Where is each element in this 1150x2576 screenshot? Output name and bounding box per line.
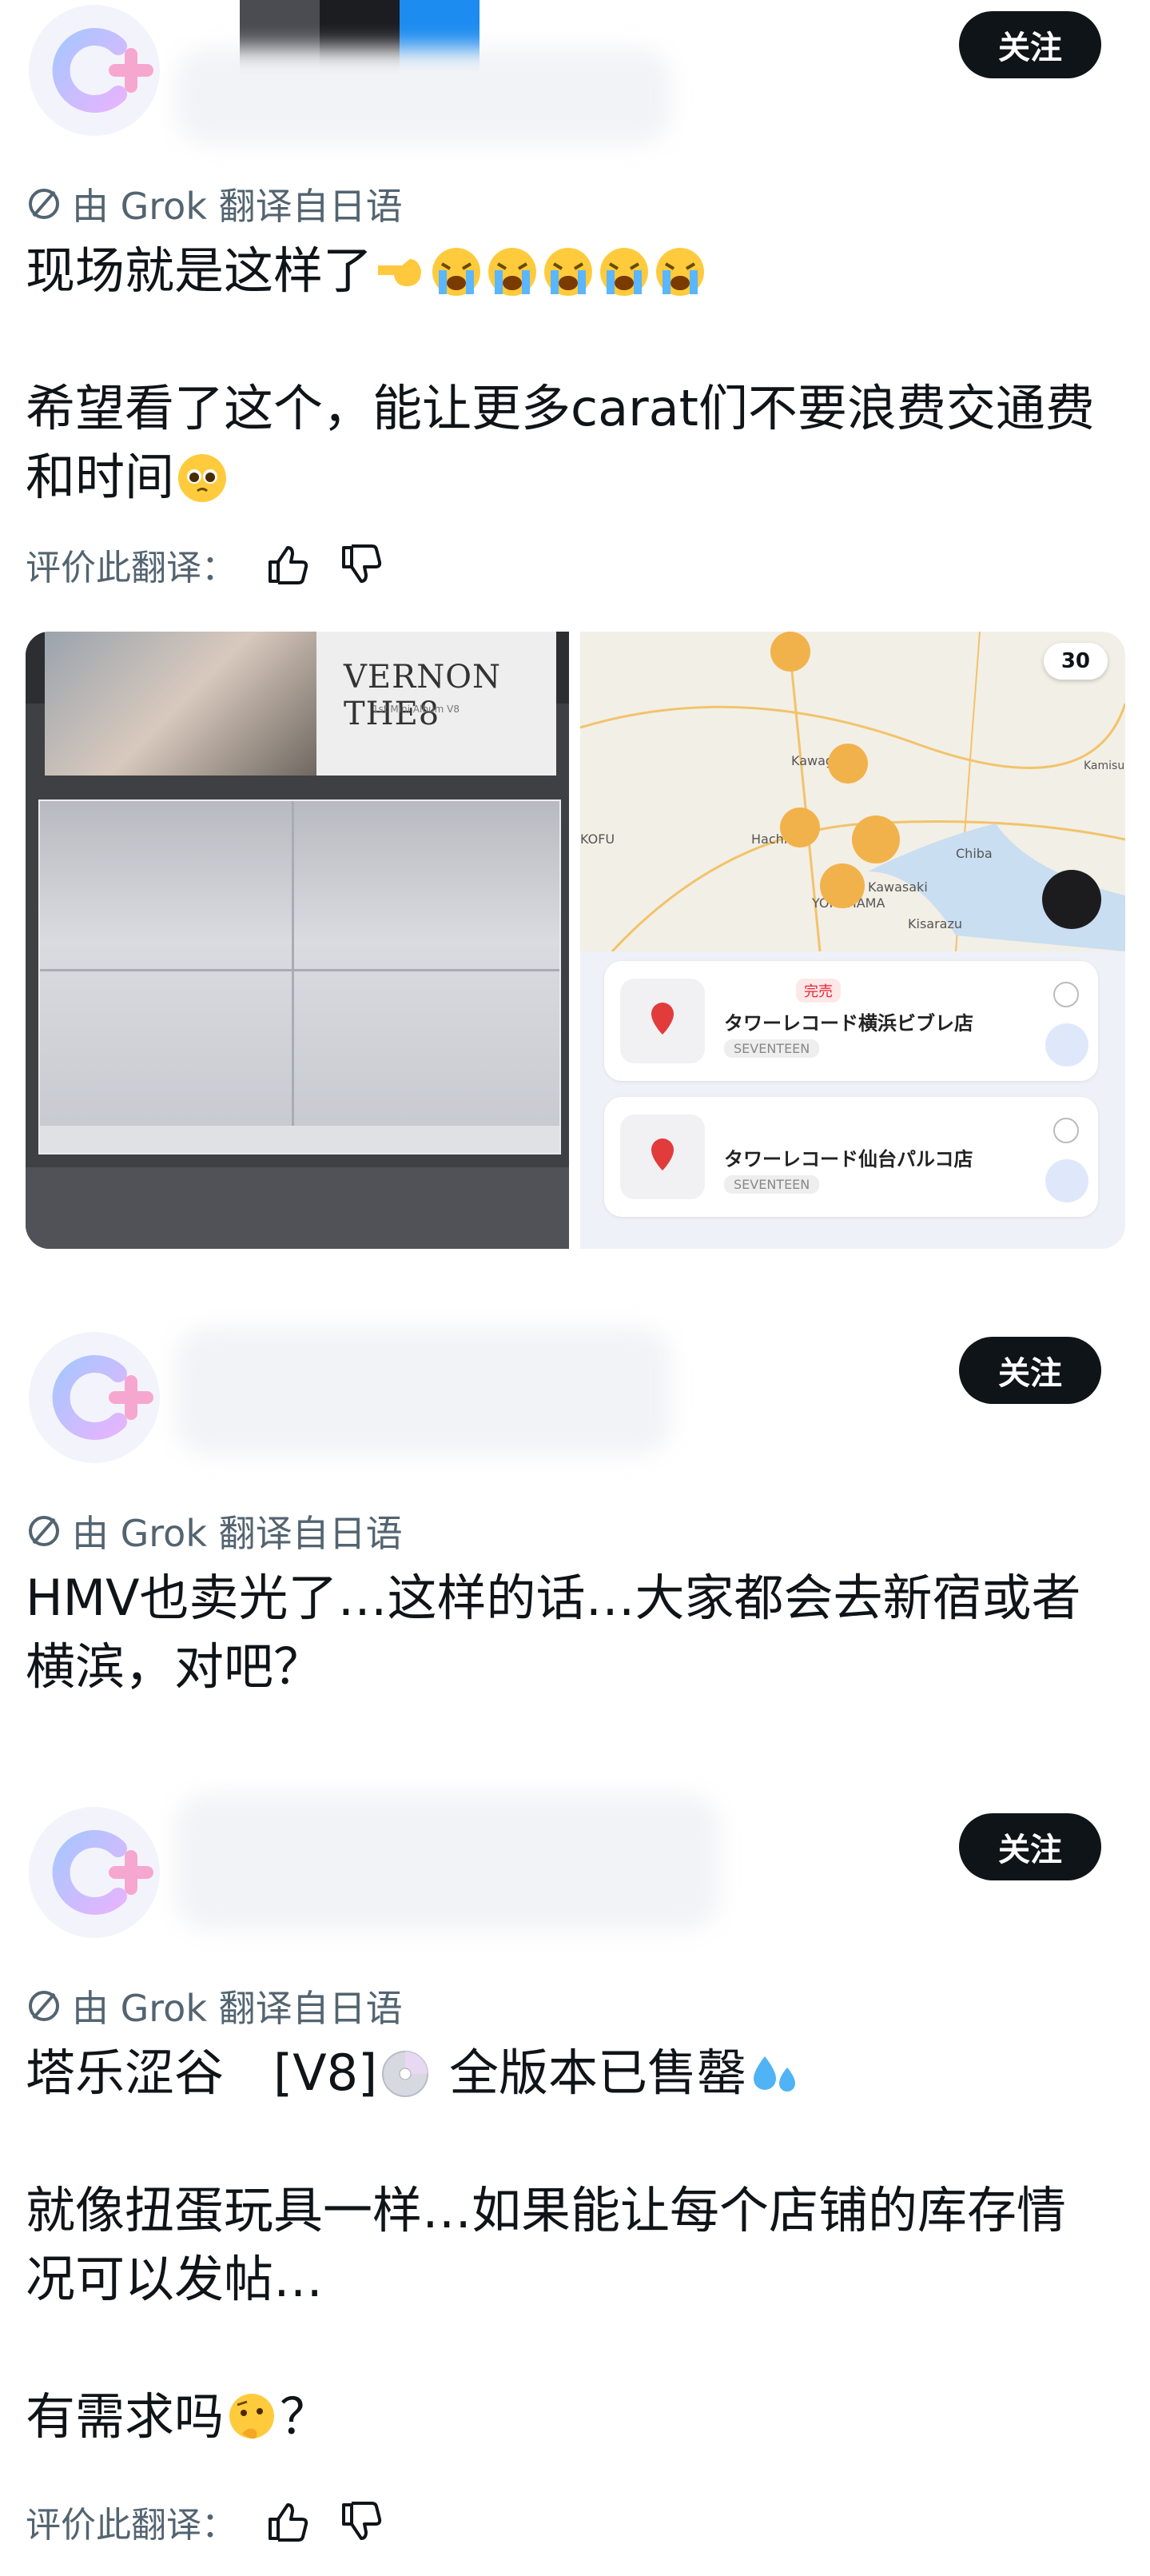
post-line: 有需求吗 <box>26 2387 225 2446</box>
avatar[interactable] <box>29 1807 160 1938</box>
crying-face-icon <box>544 248 593 296</box>
post-line: 和时间 <box>26 448 175 506</box>
location-icon[interactable] <box>1045 1159 1088 1202</box>
follow-button[interactable]: 关注 <box>959 11 1101 78</box>
avatar[interactable] <box>29 1332 160 1463</box>
shop-name: タワーレコード横浜ビブレ店 <box>724 1012 973 1035</box>
translation-notice: 由 Grok 翻译自日语 <box>26 1505 403 1557</box>
empty-display-case <box>38 800 561 1154</box>
map-area: Kawagoe Hachioji KOFU Chiba Kisarazu YOK… <box>580 632 1125 951</box>
thumbs-down-icon[interactable] <box>337 541 384 588</box>
shop-card[interactable]: 完売 タワーレコード横浜ビブレ店 SEVENTEEN <box>604 961 1098 1081</box>
translation-notice-text: 由 Grok 翻译自日语 <box>72 1987 403 2030</box>
crying-face-icon <box>488 248 537 296</box>
pointing-emoji-icon <box>378 259 422 286</box>
favorite-heart-icon[interactable] <box>1053 982 1079 1007</box>
map-pin-icon[interactable] <box>852 815 900 863</box>
map-label: Kamisu <box>1084 760 1125 772</box>
shop-tag: SEVENTEEN <box>724 1175 820 1194</box>
post-line: 塔乐涩谷 [V8] <box>26 2044 378 2102</box>
translate-icon <box>29 189 59 219</box>
translate-icon <box>29 1991 59 2021</box>
follow-button[interactable]: 关注 <box>959 1337 1101 1404</box>
avatar[interactable] <box>29 5 160 136</box>
pleading-face-icon <box>178 454 227 502</box>
shop-name: タワーレコード仙台パルコ店 <box>724 1148 973 1170</box>
crying-face-icon <box>432 248 481 296</box>
pin-icon <box>620 979 705 1063</box>
sweat-droplets-icon <box>753 2056 795 2092</box>
sold-out-badge: 完売 <box>796 979 841 1003</box>
map-label: Chiba <box>956 846 993 861</box>
post-line: 横滨，对吧？ <box>26 1637 324 1696</box>
post-text: HMV也卖光了…这样的话…大家都会去新宿或者 横滨，对吧？ <box>26 1564 1128 1701</box>
album-subtitle: 1st Mini Album V8 <box>372 704 460 715</box>
post-line: ？ <box>280 2387 330 2446</box>
post-line: 况可以发帖… <box>26 2250 324 2308</box>
rate-translation-label: 评价此翻译： <box>26 548 237 588</box>
shop-list: 完売 タワーレコード横浜ビブレ店 SEVENTEEN タワーレコード仙台パルコ店… <box>580 951 1125 1249</box>
post-text: 塔乐涩谷 [V8] 全版本已售罄 就像扭蛋玩具一样…如果能让每个店铺的库存情 况… <box>26 2039 1128 2451</box>
post-line: 现场就是这样了 <box>26 241 373 300</box>
album-poster: VERNON THE8 1st Mini Album V8 <box>45 632 556 776</box>
thinking-face-icon <box>229 2394 275 2439</box>
username-redacted <box>176 1794 719 1930</box>
map-pin-icon[interactable] <box>828 744 868 784</box>
post-line: 全版本已售罄 <box>448 2044 746 2102</box>
pin-count-badge: 30 <box>1043 643 1108 680</box>
username-redacted <box>176 1327 671 1455</box>
post-line: 希望看了这个，能让更多carat们不要浪费交通费 <box>26 379 1095 437</box>
store-photo[interactable]: VERNON THE8 1st Mini Album V8 <box>26 632 569 1249</box>
translation-notice: 由 Grok 翻译自日语 <box>26 1980 403 2032</box>
shop-card[interactable]: タワーレコード仙台パルコ店 SEVENTEEN <box>604 1097 1098 1217</box>
media-gallery: VERNON THE8 1st Mini Album V8 Kawagoe Ha… <box>26 632 1125 1249</box>
locate-button[interactable] <box>1042 870 1101 929</box>
translate-icon <box>29 1516 59 1546</box>
shop-tag: SEVENTEEN <box>724 1039 820 1058</box>
crying-face-icon <box>656 248 705 296</box>
post-line: HMV也卖光了…这样的话…大家都会去新宿或者 <box>26 1569 1081 1627</box>
post-line: 就像扭蛋玩具一样…如果能让每个店铺的库存情 <box>26 2181 1067 2239</box>
cd-disc-icon <box>382 2051 429 2097</box>
favorite-heart-icon[interactable] <box>1053 1118 1079 1143</box>
map-pin-icon[interactable] <box>770 632 810 672</box>
translation-notice-text: 由 Grok 翻译自日语 <box>72 185 403 228</box>
album-title: VERNON THE8 <box>344 659 501 732</box>
thumbs-up-icon[interactable] <box>264 2498 310 2545</box>
rate-translation: 评价此翻译： <box>26 2496 384 2547</box>
translation-notice: 由 Grok 翻译自日语 <box>26 177 403 230</box>
map-pin-icon[interactable] <box>820 863 865 908</box>
location-icon[interactable] <box>1045 1023 1088 1067</box>
rate-translation-label: 评价此翻译： <box>26 2505 237 2546</box>
map-label: Kisarazu <box>908 916 962 931</box>
map-pin-icon[interactable] <box>780 807 820 847</box>
pin-icon <box>620 1115 705 1199</box>
post-text: 现场就是这样了 希望看了这个，能让更多carat们不要浪费交通费 和时间 <box>26 237 1128 512</box>
map-label: KOFU <box>580 831 615 847</box>
translation-notice-text: 由 Grok 翻译自日语 <box>72 1512 403 1555</box>
follow-button[interactable]: 关注 <box>959 1813 1101 1880</box>
thumbs-up-icon[interactable] <box>264 541 310 588</box>
map-label: Kawasaki <box>868 879 928 895</box>
rate-translation: 评价此翻译： <box>26 539 384 590</box>
thumbs-down-icon[interactable] <box>337 2498 384 2545</box>
crying-face-icon <box>600 248 649 296</box>
handle-redacted <box>176 48 671 144</box>
stock-map-screenshot[interactable]: Kawagoe Hachioji KOFU Chiba Kisarazu YOK… <box>580 632 1125 1249</box>
